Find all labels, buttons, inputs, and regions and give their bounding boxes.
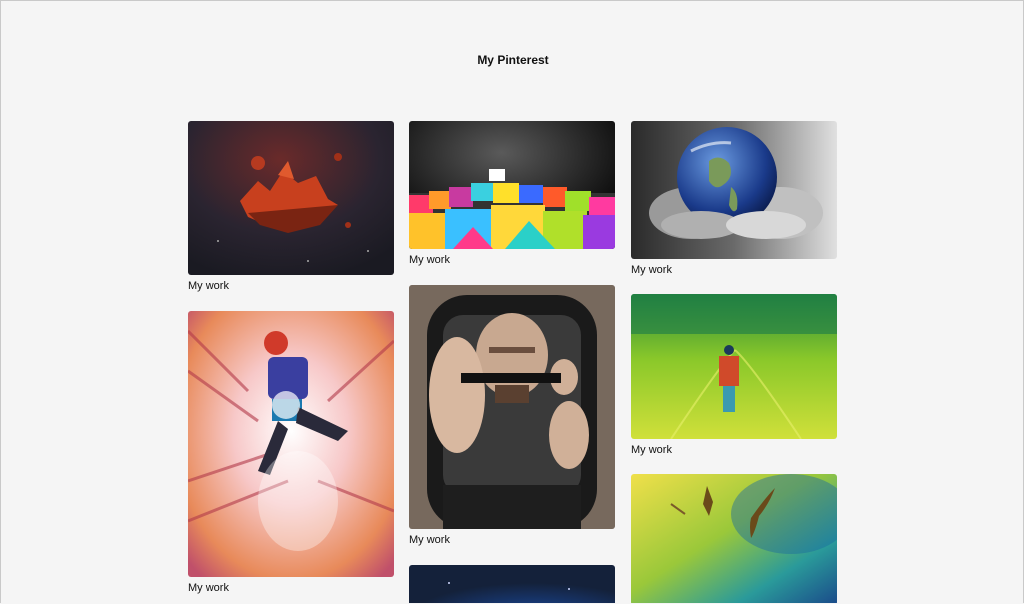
page-title: My Pinterest — [477, 53, 549, 67]
pin-image-earth-in-hands[interactable] — [631, 121, 837, 259]
pin-image-green-field[interactable] — [631, 294, 837, 439]
pin-image-dark-space[interactable] — [409, 565, 615, 603]
pin-card[interactable] — [409, 565, 615, 603]
pin-image-neon-dancer[interactable] — [188, 311, 394, 577]
pin-card[interactable]: My work — [631, 294, 837, 457]
pin-image-colorful-cubes[interactable] — [409, 121, 615, 249]
pin-caption: My work — [409, 534, 450, 546]
pin-caption: My work — [188, 582, 229, 594]
pin-card[interactable] — [631, 474, 837, 603]
pin-card[interactable]: My work — [188, 121, 394, 293]
pin-caption: My work — [631, 264, 672, 276]
pin-card[interactable]: My work — [631, 121, 837, 277]
pin-caption: My work — [188, 280, 229, 292]
pin-card[interactable]: My work — [188, 311, 394, 595]
pin-card[interactable]: My work — [409, 121, 615, 267]
pin-caption: My work — [631, 444, 672, 456]
app-window: My Pinterest My work My work My work My … — [0, 0, 1024, 603]
pin-image-man-in-backpack[interactable] — [409, 285, 615, 529]
pin-caption: My work — [409, 254, 450, 266]
pin-card[interactable]: My work — [409, 285, 615, 547]
pin-image-floating-rock[interactable] — [188, 121, 394, 275]
pin-image-birds-watercolor[interactable] — [631, 474, 837, 603]
